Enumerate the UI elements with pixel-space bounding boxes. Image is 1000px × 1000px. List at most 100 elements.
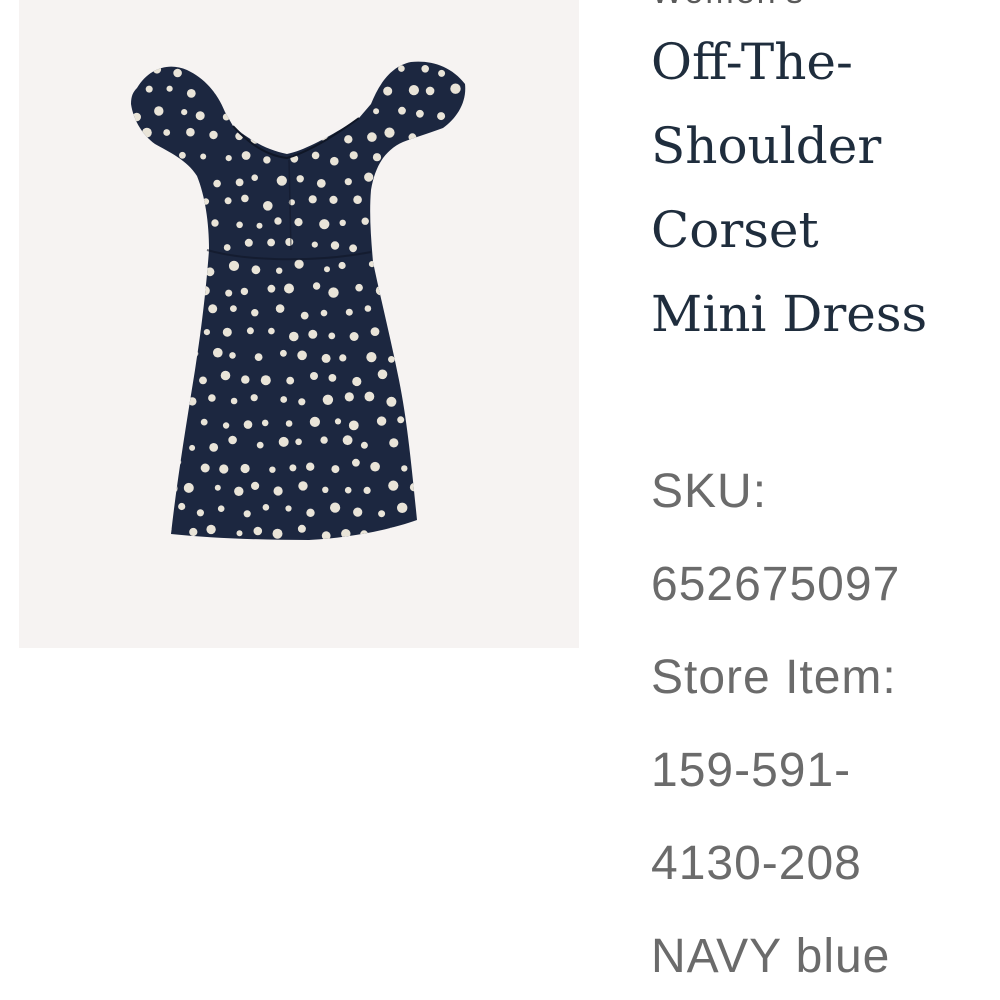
polka-dot	[429, 349, 440, 360]
polka-dot	[187, 221, 194, 228]
polka-dot	[199, 241, 207, 249]
polka-dot	[405, 527, 415, 536]
polka-dot	[396, 283, 407, 294]
polka-dot	[370, 327, 380, 336]
polka-dot	[410, 348, 418, 357]
polka-dot	[417, 240, 425, 249]
polka-dot	[309, 416, 320, 427]
polka-dot	[280, 349, 287, 357]
polka-dot	[409, 483, 419, 492]
polka-dot	[341, 529, 351, 539]
polka-dot	[275, 304, 285, 313]
polka-dot	[234, 486, 244, 496]
polka-dot	[289, 331, 299, 342]
polka-dot	[200, 286, 210, 296]
polka-dot	[368, 261, 376, 268]
polka-dot	[250, 394, 258, 402]
polka-dot	[208, 394, 216, 402]
polka-dot	[295, 438, 302, 446]
polka-dot	[246, 108, 253, 115]
polka-dot	[157, 288, 164, 295]
polka-dot	[348, 420, 359, 431]
polka-dot	[236, 221, 243, 229]
polka-dot	[174, 458, 182, 466]
polka-dot	[427, 399, 435, 407]
polka-dot	[406, 217, 417, 228]
polka-dot	[241, 375, 250, 384]
polka-dot	[254, 353, 263, 361]
polka-dot	[353, 195, 362, 204]
polka-dot	[421, 65, 430, 73]
polka-dot	[330, 241, 340, 250]
polka-dot	[168, 396, 176, 404]
polka-dot	[316, 179, 326, 188]
polka-dot	[202, 198, 210, 205]
product-detail-page: Women's Off-The- Shoulder Corset Mini Dr…	[0, 0, 1000, 1000]
polka-dot	[386, 396, 397, 407]
polka-dot	[153, 243, 161, 251]
polka-dot	[131, 332, 141, 342]
product-title-line: Shoulder	[651, 117, 882, 175]
polka-dot	[209, 443, 219, 452]
polka-dot	[450, 83, 461, 94]
polka-dot	[375, 285, 386, 296]
dress-body	[131, 61, 466, 540]
polka-dot	[463, 107, 466, 118]
polka-dot	[122, 308, 130, 316]
polka-dot	[228, 260, 240, 271]
polka-dot	[185, 264, 193, 272]
polka-dot	[269, 466, 276, 473]
polka-dot	[186, 127, 195, 137]
polka-dot	[350, 107, 360, 118]
polka-dot	[172, 330, 183, 341]
polka-dot	[251, 481, 260, 490]
polka-dot	[119, 266, 128, 275]
polka-dot	[235, 178, 244, 187]
polka-dot	[360, 441, 368, 449]
polka-dot	[344, 392, 354, 402]
color-value: NAVY blue	[651, 930, 891, 983]
polka-dot	[296, 134, 307, 145]
polka-dot	[428, 219, 439, 230]
polka-dot	[355, 64, 362, 72]
polka-dot	[377, 369, 388, 380]
polka-dot	[251, 174, 258, 181]
polka-dot	[397, 416, 405, 424]
polka-dot	[196, 509, 204, 517]
polka-dot	[420, 288, 430, 298]
polka-dot	[131, 133, 132, 141]
polka-dot	[361, 217, 369, 225]
polka-dot	[422, 330, 431, 339]
polka-dot	[322, 486, 329, 493]
polka-dot	[191, 350, 199, 358]
polka-dot	[388, 480, 399, 491]
polka-dot	[388, 356, 395, 363]
polka-dot	[360, 86, 369, 95]
polka-dot	[205, 267, 215, 277]
product-info: Women's Off-The- Shoulder Corset Mini Dr…	[651, 0, 1000, 356]
polka-dot	[230, 397, 238, 405]
product-image[interactable]	[19, 0, 579, 648]
polka-dot	[179, 201, 187, 210]
polka-dot	[443, 329, 451, 337]
polka-dot	[384, 127, 395, 138]
polka-dot	[154, 106, 164, 116]
polka-dot	[418, 458, 428, 468]
polka-dot	[121, 483, 127, 489]
polka-dot	[263, 156, 271, 164]
polka-dot	[219, 464, 229, 474]
polka-dot	[262, 504, 270, 511]
polka-dot	[330, 502, 341, 513]
polka-dot	[442, 506, 452, 515]
polka-dot	[133, 67, 141, 74]
polka-dot	[135, 283, 146, 294]
polka-dot	[345, 308, 353, 316]
polka-dot	[339, 354, 347, 362]
polka-dot	[122, 442, 131, 451]
polka-dot	[294, 218, 303, 227]
polka-dot	[157, 334, 164, 341]
polka-dot	[349, 244, 357, 253]
polka-dot	[164, 306, 172, 313]
polka-dot	[297, 350, 307, 361]
polka-dot	[427, 264, 434, 272]
